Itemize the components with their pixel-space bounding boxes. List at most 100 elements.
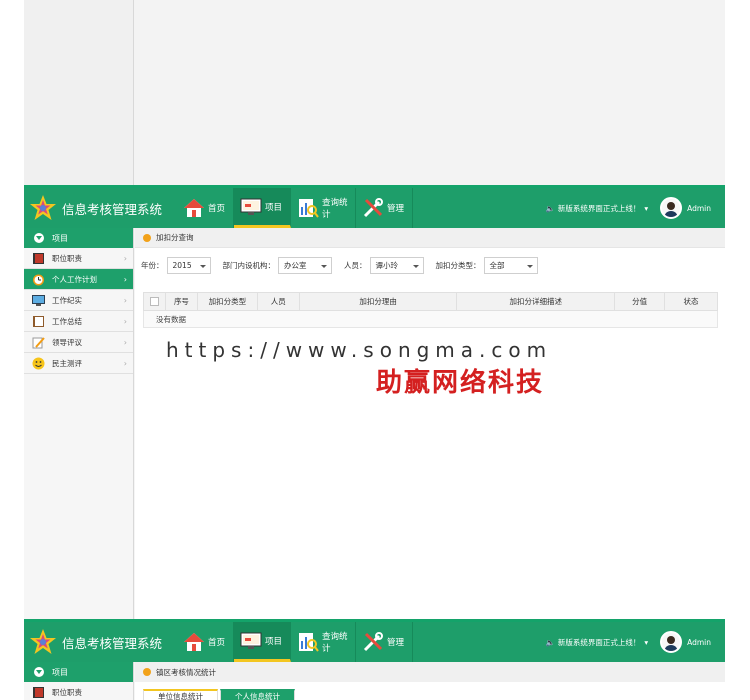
year-select[interactable]: 2015 bbox=[166, 257, 211, 274]
column-header[interactable]: 状态 bbox=[664, 292, 718, 311]
column-header[interactable]: 序号 bbox=[164, 292, 198, 311]
monitor-icon bbox=[32, 294, 45, 306]
arrow-bullet-icon bbox=[143, 233, 151, 242]
notebook-icon bbox=[33, 315, 44, 327]
chevron-right-icon: › bbox=[123, 296, 127, 305]
logo-star-icon bbox=[30, 195, 56, 220]
sidebar-item-label: 个人工作计划 bbox=[52, 274, 97, 284]
sidebar-item-label: 工作纪实 bbox=[52, 295, 82, 305]
tab-unit-stats[interactable]: 单位信息统计 bbox=[143, 689, 218, 700]
type-value: 全部 bbox=[489, 261, 505, 270]
chevron-down-icon[interactable]: ▾ bbox=[644, 204, 648, 213]
person-label: 人员： bbox=[344, 261, 367, 270]
main-nav-2: 首页 项目 查询统计 管理 bbox=[177, 622, 413, 662]
chevron-down-icon[interactable]: ▾ bbox=[644, 638, 648, 647]
column-header[interactable]: 加扣分类型 bbox=[196, 292, 258, 311]
column-header[interactable]: 人员 bbox=[256, 292, 300, 311]
previous-sidebar bbox=[24, 0, 134, 185]
chevron-right-icon: › bbox=[123, 275, 127, 284]
arrow-bullet-icon bbox=[143, 668, 151, 676]
sidebar-item-duties[interactable]: 职位职责 › bbox=[24, 248, 133, 269]
filter-department: 部门内设机构： 办公室 bbox=[223, 257, 332, 274]
select-all-cell[interactable] bbox=[143, 292, 166, 311]
canvas: 信息考核管理系统 首页 项目 查询统计 管理 🔈 新版系统界面正式上线！ ▾ A… bbox=[0, 0, 750, 700]
book-icon bbox=[33, 252, 44, 264]
sidebar-item-label: 职位职责 bbox=[52, 687, 82, 697]
nav-stats[interactable]: 查询统计 bbox=[291, 622, 356, 662]
sidebar-item-label: 民主测评 bbox=[52, 358, 82, 368]
chevron-right-icon: › bbox=[123, 317, 127, 326]
stats-icon bbox=[299, 199, 319, 218]
sidebar-item-summary[interactable]: 工作总结 › bbox=[24, 311, 133, 332]
chevron-right-icon: › bbox=[123, 254, 127, 263]
user-name[interactable]: Admin bbox=[687, 204, 711, 213]
dept-value: 办公室 bbox=[284, 261, 307, 270]
chevron-down-icon bbox=[321, 265, 327, 268]
nav-project[interactable]: 项目 bbox=[234, 188, 291, 228]
sidebar-item-leader-review[interactable]: 领导评议 › bbox=[24, 332, 133, 353]
nav-stats-label: 查询统计 bbox=[322, 198, 348, 220]
monitor-icon bbox=[240, 632, 262, 649]
pencil-icon bbox=[32, 336, 45, 348]
top-right: 🔈 新版系统界面正式上线！ ▾ Admin bbox=[545, 188, 725, 228]
nav-home[interactable]: 首页 bbox=[177, 622, 234, 662]
nav-manage[interactable]: 管理 bbox=[356, 188, 413, 228]
home-icon bbox=[184, 633, 204, 651]
speaker-icon: 🔈 bbox=[545, 203, 555, 213]
page-title: 镇区考核情况统计 bbox=[156, 667, 216, 677]
nav-home[interactable]: 首页 bbox=[177, 188, 234, 228]
nav-project[interactable]: 项目 bbox=[234, 622, 291, 662]
filter-type: 加扣分类型： 全部 bbox=[436, 257, 538, 274]
chevron-down-icon bbox=[412, 265, 419, 268]
dept-select[interactable]: 办公室 bbox=[278, 257, 332, 274]
collapse-icon bbox=[34, 233, 44, 243]
sidebar-item-work-plan[interactable]: 个人工作计划 › bbox=[24, 269, 133, 290]
app-screen-2: 信息考核管理系统 首页 项目 查询统计 管理 🔈 新版系统界面正式上线！ ▾ A… bbox=[24, 619, 725, 700]
collapse-icon bbox=[34, 667, 44, 677]
watermark-url: https://www.songma.com bbox=[142, 338, 607, 362]
year-label: 年份： bbox=[141, 261, 164, 270]
avatar[interactable] bbox=[660, 197, 683, 219]
filter-bar: 年份： 2015 部门内设机构： 办公室 人员： 谭小玲 加扣分类型： 全部 bbox=[135, 248, 725, 274]
sidebar-item-democratic-eval[interactable]: 民主测评 › bbox=[24, 353, 133, 374]
nav-project-label: 项目 bbox=[265, 636, 283, 647]
logo-2: 信息考核管理系统 bbox=[24, 622, 174, 662]
select-all-checkbox[interactable] bbox=[149, 297, 159, 307]
nav-home-label: 首页 bbox=[208, 204, 226, 214]
nav-stats[interactable]: 查询统计 bbox=[291, 188, 356, 228]
clock-icon bbox=[33, 274, 44, 285]
sidebar-2: 项目 职位职责 bbox=[24, 662, 134, 700]
person-select[interactable]: 谭小玲 bbox=[369, 257, 424, 274]
sidebar-header[interactable]: 项目 bbox=[24, 228, 133, 248]
book-icon bbox=[33, 686, 44, 698]
app-title: 信息考核管理系统 bbox=[62, 635, 163, 651]
watermark-brand: 助赢网络科技 bbox=[376, 368, 545, 398]
sidebar-item-label: 工作总结 bbox=[52, 316, 82, 326]
type-select[interactable]: 全部 bbox=[483, 257, 538, 274]
sidebar-item-label: 领导评议 bbox=[52, 337, 82, 347]
user-name[interactable]: Admin bbox=[687, 638, 711, 647]
announcement[interactable]: 新版系统界面正式上线！ bbox=[558, 637, 641, 648]
app-screen: 信息考核管理系统 首页 项目 查询统计 管理 🔈 新版系统界面正式上线！ ▾ A… bbox=[24, 185, 725, 619]
sidebar-item-label: 职位职责 bbox=[52, 253, 82, 263]
chevron-right-icon: › bbox=[123, 359, 127, 368]
nav-stats-label: 查询统计 bbox=[322, 632, 348, 654]
breadcrumb: 加扣分查询 bbox=[135, 228, 725, 248]
sidebar-header-label: 项目 bbox=[52, 233, 68, 243]
sidebar-header[interactable]: 项目 bbox=[24, 662, 133, 682]
column-header[interactable]: 加扣分理由 bbox=[298, 292, 458, 311]
avatar[interactable] bbox=[660, 631, 683, 653]
sidebar-item-work-record[interactable]: 工作纪实 › bbox=[24, 290, 133, 311]
sidebar-header-label: 项目 bbox=[52, 667, 68, 677]
sidebar-item-duties[interactable]: 职位职责 bbox=[24, 682, 133, 700]
column-header[interactable]: 分值 bbox=[614, 292, 666, 311]
speaker-icon: 🔈 bbox=[545, 637, 555, 647]
previous-screen-fragment bbox=[24, 0, 725, 185]
column-header[interactable]: 加扣分详细描述 bbox=[456, 292, 616, 311]
main-content-2: 镇区考核情况统计 单位信息统计 个人信息统计 bbox=[135, 662, 725, 700]
empty-message: 没有数据 bbox=[143, 310, 718, 328]
table-row: 没有数据 bbox=[143, 310, 718, 328]
nav-manage[interactable]: 管理 bbox=[356, 622, 413, 662]
announcement[interactable]: 新版系统界面正式上线！ bbox=[558, 203, 641, 214]
tab-personal-stats[interactable]: 个人信息统计 bbox=[220, 689, 295, 700]
